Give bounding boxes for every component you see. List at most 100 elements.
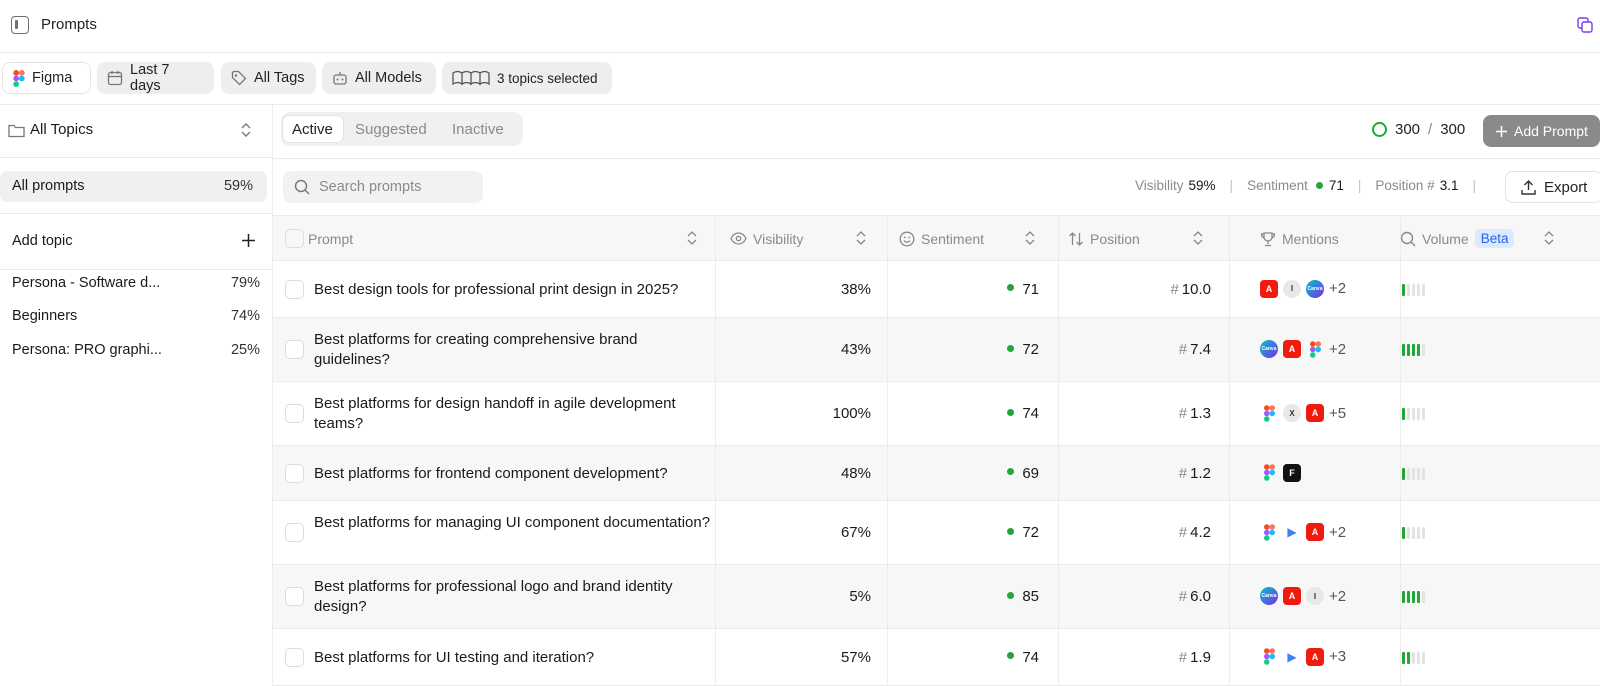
sentiment-cell: 74 bbox=[887, 405, 1056, 422]
mentions-cell[interactable]: Canva A +2 bbox=[1260, 340, 1346, 358]
sort-icon[interactable] bbox=[686, 230, 698, 246]
visibility-cell: 100% bbox=[832, 405, 871, 422]
mentions-cell[interactable]: F bbox=[1260, 463, 1301, 482]
add-topic-label[interactable]: Add topic bbox=[12, 233, 72, 249]
sentiment-value: 72 bbox=[1022, 341, 1039, 358]
row-checkbox[interactable] bbox=[285, 463, 304, 483]
search-input[interactable]: Search prompts bbox=[283, 171, 483, 203]
mentions-more: +5 bbox=[1329, 404, 1347, 422]
tab-active[interactable]: Active bbox=[282, 115, 344, 143]
volume-bar bbox=[1402, 527, 1425, 539]
figma-logo-icon bbox=[1260, 648, 1278, 666]
volume-segment bbox=[1417, 283, 1420, 296]
topic-item[interactable]: Beginners 74% bbox=[12, 308, 260, 328]
mentions-cell[interactable]: ▶ A +3 bbox=[1260, 647, 1346, 666]
volume-segment bbox=[1417, 467, 1420, 480]
models-filter-label: All Models bbox=[355, 70, 422, 86]
summary-stats: Visibility 59% | Sentiment 71 | Position… bbox=[1135, 178, 1490, 193]
mentions-cell[interactable]: X A +5 bbox=[1260, 404, 1346, 422]
prompt-text[interactable]: Best platforms for managing UI component… bbox=[314, 513, 714, 533]
stat-divider: | bbox=[1229, 178, 1234, 193]
robot-icon bbox=[333, 72, 347, 85]
topic-item[interactable]: Persona - Software d... 79% bbox=[12, 275, 260, 295]
search-placeholder: Search prompts bbox=[319, 179, 422, 195]
tags-filter-label: All Tags bbox=[254, 70, 305, 86]
row-checkbox[interactable] bbox=[285, 279, 304, 299]
brand-filter[interactable]: Figma bbox=[2, 62, 91, 94]
column-divider bbox=[1058, 215, 1059, 686]
column-divider bbox=[887, 215, 888, 686]
column-header-visibility[interactable]: Visibility bbox=[730, 216, 803, 261]
mentions-cell[interactable]: Canva A I +2 bbox=[1260, 587, 1346, 605]
column-label: Position bbox=[1090, 230, 1140, 247]
column-header-position[interactable]: Position bbox=[1068, 216, 1140, 261]
prompt-text[interactable]: Best platforms for frontend component de… bbox=[314, 464, 714, 484]
hash-symbol: # bbox=[1178, 524, 1188, 541]
select-all-checkbox[interactable] bbox=[285, 229, 304, 248]
prompt-text[interactable]: Best design tools for professional print… bbox=[314, 280, 714, 300]
eye-icon bbox=[730, 232, 747, 245]
volume-segment bbox=[1412, 408, 1415, 420]
all-prompts-item[interactable]: All prompts 59% bbox=[0, 171, 267, 202]
prompt-quota: 300 / 300 bbox=[1372, 121, 1465, 138]
tag-icon bbox=[231, 70, 247, 86]
topic-name: Beginners bbox=[12, 308, 78, 324]
topics-filter[interactable]: 3 topics selected bbox=[442, 62, 612, 94]
row-checkbox[interactable] bbox=[285, 523, 304, 542]
topic-name: Persona: PRO graphi... bbox=[12, 342, 162, 358]
mentions-cell[interactable]: ▶ A +2 bbox=[1260, 523, 1346, 541]
sidebar-toggle-icon[interactable] bbox=[11, 16, 29, 34]
column-header-sentiment[interactable]: Sentiment bbox=[899, 216, 984, 261]
column-header-volume[interactable]: Volume Beta bbox=[1400, 216, 1515, 261]
volume-segment bbox=[1417, 651, 1420, 664]
play-logo-icon: ▶ bbox=[1287, 649, 1297, 664]
row-checkbox[interactable] bbox=[285, 340, 304, 359]
volume-segment bbox=[1407, 344, 1410, 356]
prompt-text[interactable]: Best platforms for design handoff in agi… bbox=[314, 394, 714, 434]
row-checkbox[interactable] bbox=[285, 404, 304, 423]
visibility-value: 59% bbox=[1188, 178, 1216, 193]
calendar-icon bbox=[107, 71, 123, 86]
topic-item[interactable]: Persona: PRO graphi... 25% bbox=[12, 342, 260, 362]
sort-icon[interactable] bbox=[855, 230, 867, 246]
volume-segment bbox=[1412, 591, 1415, 603]
position-value: 6.0 bbox=[1190, 588, 1211, 605]
plus-icon[interactable] bbox=[241, 233, 256, 248]
tab-inactive[interactable]: Inactive bbox=[443, 115, 513, 143]
date-range-filter[interactable]: Last 7 days bbox=[97, 62, 214, 94]
volume-bar bbox=[1402, 591, 1425, 603]
prompt-text[interactable]: Best platforms for creating comprehensiv… bbox=[314, 330, 714, 370]
prompt-text[interactable]: Best platforms for professional logo and… bbox=[314, 577, 714, 617]
sort-icon[interactable] bbox=[1192, 230, 1204, 246]
column-divider bbox=[1229, 215, 1230, 686]
copy-icon[interactable] bbox=[1577, 17, 1594, 34]
topic-selector[interactable]: All Topics bbox=[0, 105, 272, 158]
column-label: Volume bbox=[1422, 230, 1469, 247]
column-header-mentions[interactable]: Mentions bbox=[1260, 216, 1339, 261]
volume-segment bbox=[1412, 527, 1415, 539]
sentiment-cell: 85 bbox=[887, 588, 1056, 605]
volume-segment bbox=[1422, 467, 1425, 480]
add-prompt-button[interactable]: Add Prompt bbox=[1483, 115, 1600, 147]
column-label: Prompt bbox=[308, 230, 354, 247]
row-checkbox[interactable] bbox=[285, 647, 304, 667]
export-button[interactable]: Export bbox=[1505, 171, 1600, 203]
position-value: 1.9 bbox=[1190, 648, 1211, 666]
sentiment-label: Sentiment bbox=[1247, 178, 1308, 193]
tab-suggested[interactable]: Suggested bbox=[346, 115, 436, 143]
prompt-text[interactable]: Best platforms for UI testing and iterat… bbox=[314, 648, 714, 668]
sort-icon[interactable] bbox=[1024, 230, 1036, 246]
folder-icon bbox=[8, 124, 25, 138]
figma-logo-icon bbox=[1260, 464, 1278, 482]
hash-symbol: # bbox=[1178, 341, 1188, 358]
canva-logo-icon: Canva bbox=[1260, 340, 1278, 358]
mentions-cell[interactable]: A I Canva +2 bbox=[1260, 279, 1346, 298]
row-checkbox[interactable] bbox=[285, 587, 304, 606]
quota-ring-icon bbox=[1372, 122, 1387, 137]
volume-segment bbox=[1422, 651, 1425, 664]
column-header-prompt[interactable]: Prompt bbox=[308, 216, 353, 261]
sort-icon[interactable] bbox=[1543, 230, 1555, 246]
tags-filter[interactable]: All Tags bbox=[221, 62, 316, 94]
position-value: 1.2 bbox=[1190, 464, 1211, 482]
models-filter[interactable]: All Models bbox=[322, 62, 436, 94]
